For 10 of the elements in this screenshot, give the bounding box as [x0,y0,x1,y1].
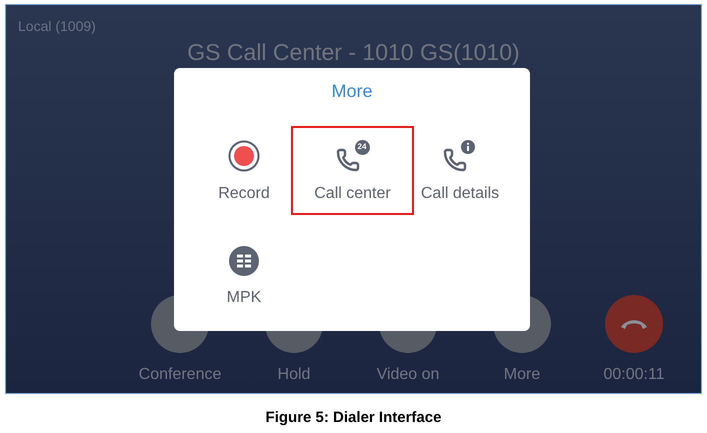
figure-caption: Figure 5: Dialer Interface [266,408,442,428]
grid-icon [229,246,259,276]
call-title: GS Call Center - 1010 GS(1010) [187,41,520,64]
record-icon [228,140,260,172]
phone-info-icon [443,140,477,172]
menu-option[interactable]: 24 Call center [291,126,414,215]
menu-option[interactable]: MPK [190,231,298,320]
dialog-title: More [331,82,372,100]
hang-up-button[interactable]: 00:00:11 [579,295,689,383]
account-label: Local (1009) [18,18,96,34]
